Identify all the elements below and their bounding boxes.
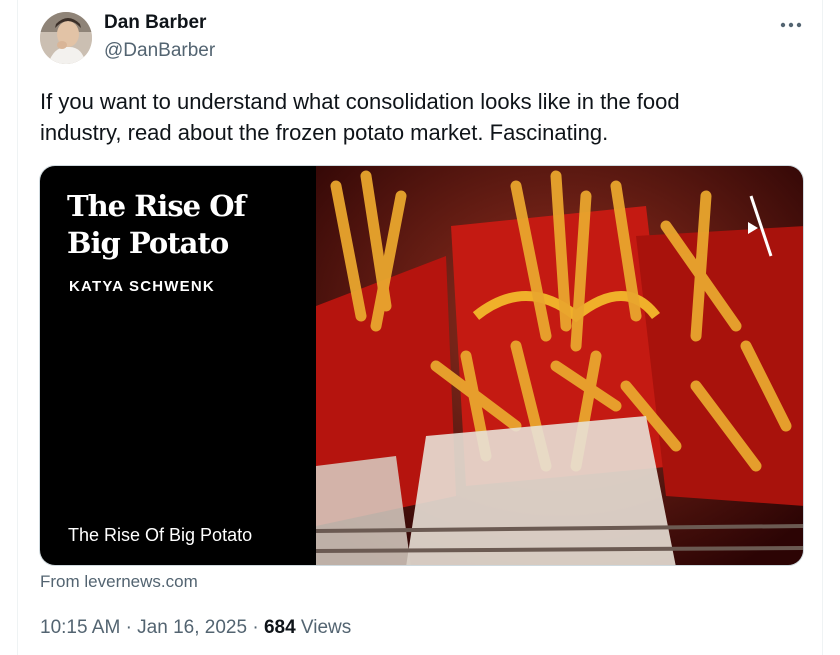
author-avatar[interactable] — [40, 12, 92, 64]
views-label: Views — [300, 617, 352, 638]
tweet-time[interactable]: 10:15 AM — [40, 617, 120, 638]
card-title-line: The Rise Of — [67, 189, 246, 223]
tweet-text-line: industry, read about the frozen potato m… — [40, 120, 609, 145]
views-count: 684 — [263, 617, 296, 638]
author-handle[interactable]: @DanBarber — [104, 40, 215, 62]
card-title-panel: The Rise Of Big Potato KATYA SCHWENK — [40, 166, 316, 565]
more-options-button[interactable] — [774, 12, 808, 38]
author-name[interactable]: Dan Barber — [104, 12, 206, 34]
person-portrait-icon — [40, 12, 92, 64]
link-preview-card[interactable]: The Rise Of Big Potato KATYA SCHWENK The… — [39, 165, 804, 566]
card-title-line: Big Potato — [67, 226, 229, 260]
separator: · — [252, 617, 259, 638]
card-caption: The Rise Of Big Potato — [68, 525, 253, 545]
french-fries-image — [315, 166, 803, 565]
tweet-text-line: If you want to understand what consolida… — [40, 89, 680, 114]
card-image — [315, 166, 803, 565]
tweet-metadata: 10:15 AM · Jan 16, 2025 · 684 Views — [40, 617, 351, 639]
tweet-date[interactable]: Jan 16, 2025 — [137, 617, 247, 638]
tweet-text: If you want to understand what consolida… — [40, 86, 800, 148]
card-title: The Rise Of Big Potato — [67, 188, 307, 262]
card-source-link[interactable]: From levernews.com — [40, 572, 198, 592]
ellipsis-horizontal-icon — [780, 22, 802, 28]
card-author: KATYA SCHWENK — [69, 278, 215, 295]
separator: · — [125, 617, 132, 638]
